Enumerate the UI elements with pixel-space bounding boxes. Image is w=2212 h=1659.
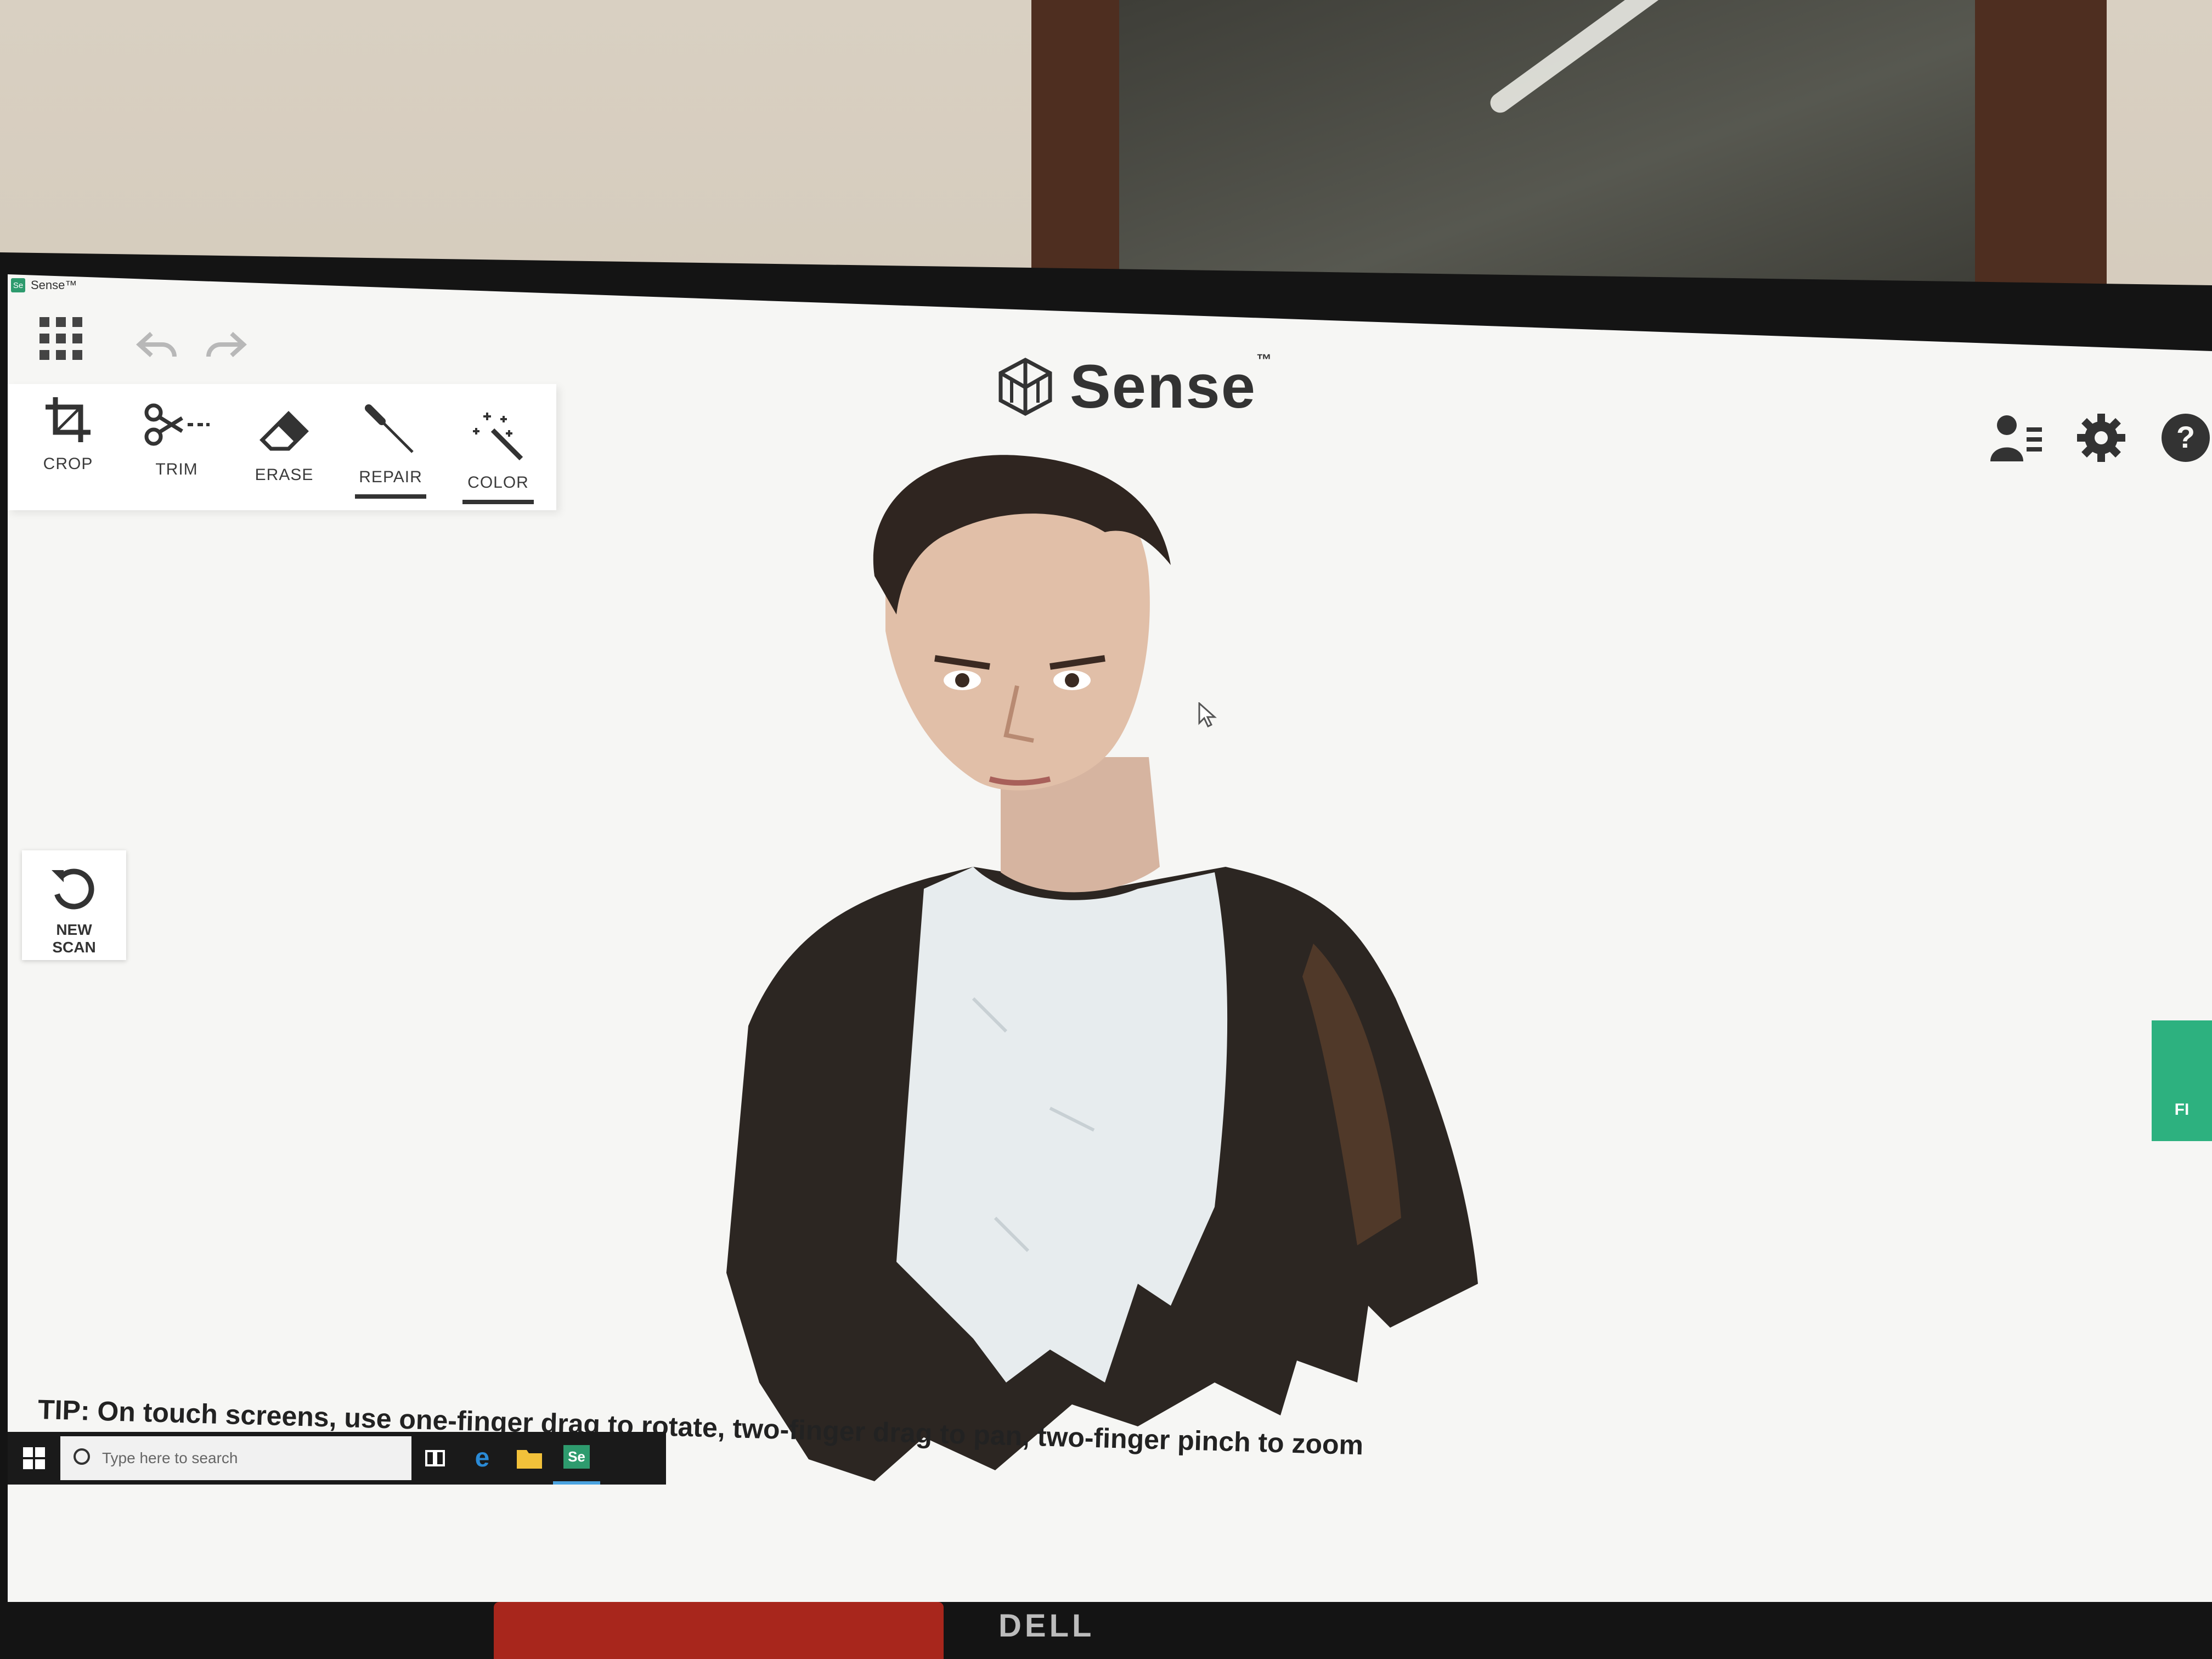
repair-tool[interactable]: REPAIR [347,403,435,499]
sense-taskbar-icon[interactable]: Se [553,1432,600,1485]
crop-tool[interactable]: CROP [24,395,112,473]
magic-wand-icon [471,413,526,465]
new-scan-button[interactable]: NEW SCAN [22,850,126,960]
svg-text:e: e [475,1444,490,1472]
window-title: Sense™ [31,278,77,292]
undo-icon[interactable] [135,329,179,365]
scanned-3d-model[interactable] [666,450,1599,1492]
color-tool[interactable]: COLOR [454,408,542,504]
app-screen: Se Sense™ Sense™ CROP TRIM ERASE REPAIR … [8,274,2212,1602]
sense-taskbar-label: Se [563,1444,590,1469]
trim-tool[interactable]: TRIM [133,400,221,479]
sense-logo: Sense™ [995,351,1273,422]
cortana-circle-icon [72,1447,91,1470]
repair-active-underline [355,494,426,499]
red-object [494,1602,944,1659]
windows-taskbar: Type here to search e Se [8,1432,666,1485]
new-scan-label: NEW SCAN [52,921,96,956]
refresh-icon [22,850,126,917]
scissors-icon [144,403,210,452]
taskbar-search-box[interactable]: Type here to search [60,1436,411,1480]
top-right-controls: ? [1988,411,2212,467]
screwdriver-icon [363,404,418,460]
brand-name: Sense™ [1070,351,1273,421]
task-view-icon[interactable] [411,1432,459,1485]
search-placeholder: Type here to search [102,1449,238,1466]
monitor-brand: DELL [998,1608,1095,1644]
finalize-button[interactable]: FI [2152,1020,2212,1141]
edge-browser-icon[interactable]: e [459,1432,506,1485]
color-active-underline [462,500,534,504]
crop-icon [43,397,93,447]
edit-toolbar: CROP TRIM ERASE REPAIR COLOR [8,384,556,510]
help-icon[interactable]: ? [2159,411,2212,467]
trim-label: TRIM [155,460,198,478]
redo-icon[interactable] [204,329,248,365]
eraser-icon [257,411,312,458]
erase-label: ERASE [255,466,314,484]
svg-text:?: ? [2176,420,2195,454]
file-explorer-icon[interactable] [506,1432,553,1485]
settings-gear-icon[interactable] [2075,411,2128,467]
sense-cube-icon [995,357,1056,417]
windows-start-icon[interactable] [8,1432,60,1485]
erase-tool[interactable]: ERASE [240,406,328,484]
crop-label: CROP [43,455,93,473]
color-label: COLOR [467,473,529,492]
mouse-cursor-icon [1198,701,1217,731]
app-menu-grid-icon[interactable] [40,317,82,363]
repair-label: REPAIR [359,468,422,486]
user-profile-icon[interactable] [1988,413,2043,465]
app-icon: Se [11,278,25,292]
